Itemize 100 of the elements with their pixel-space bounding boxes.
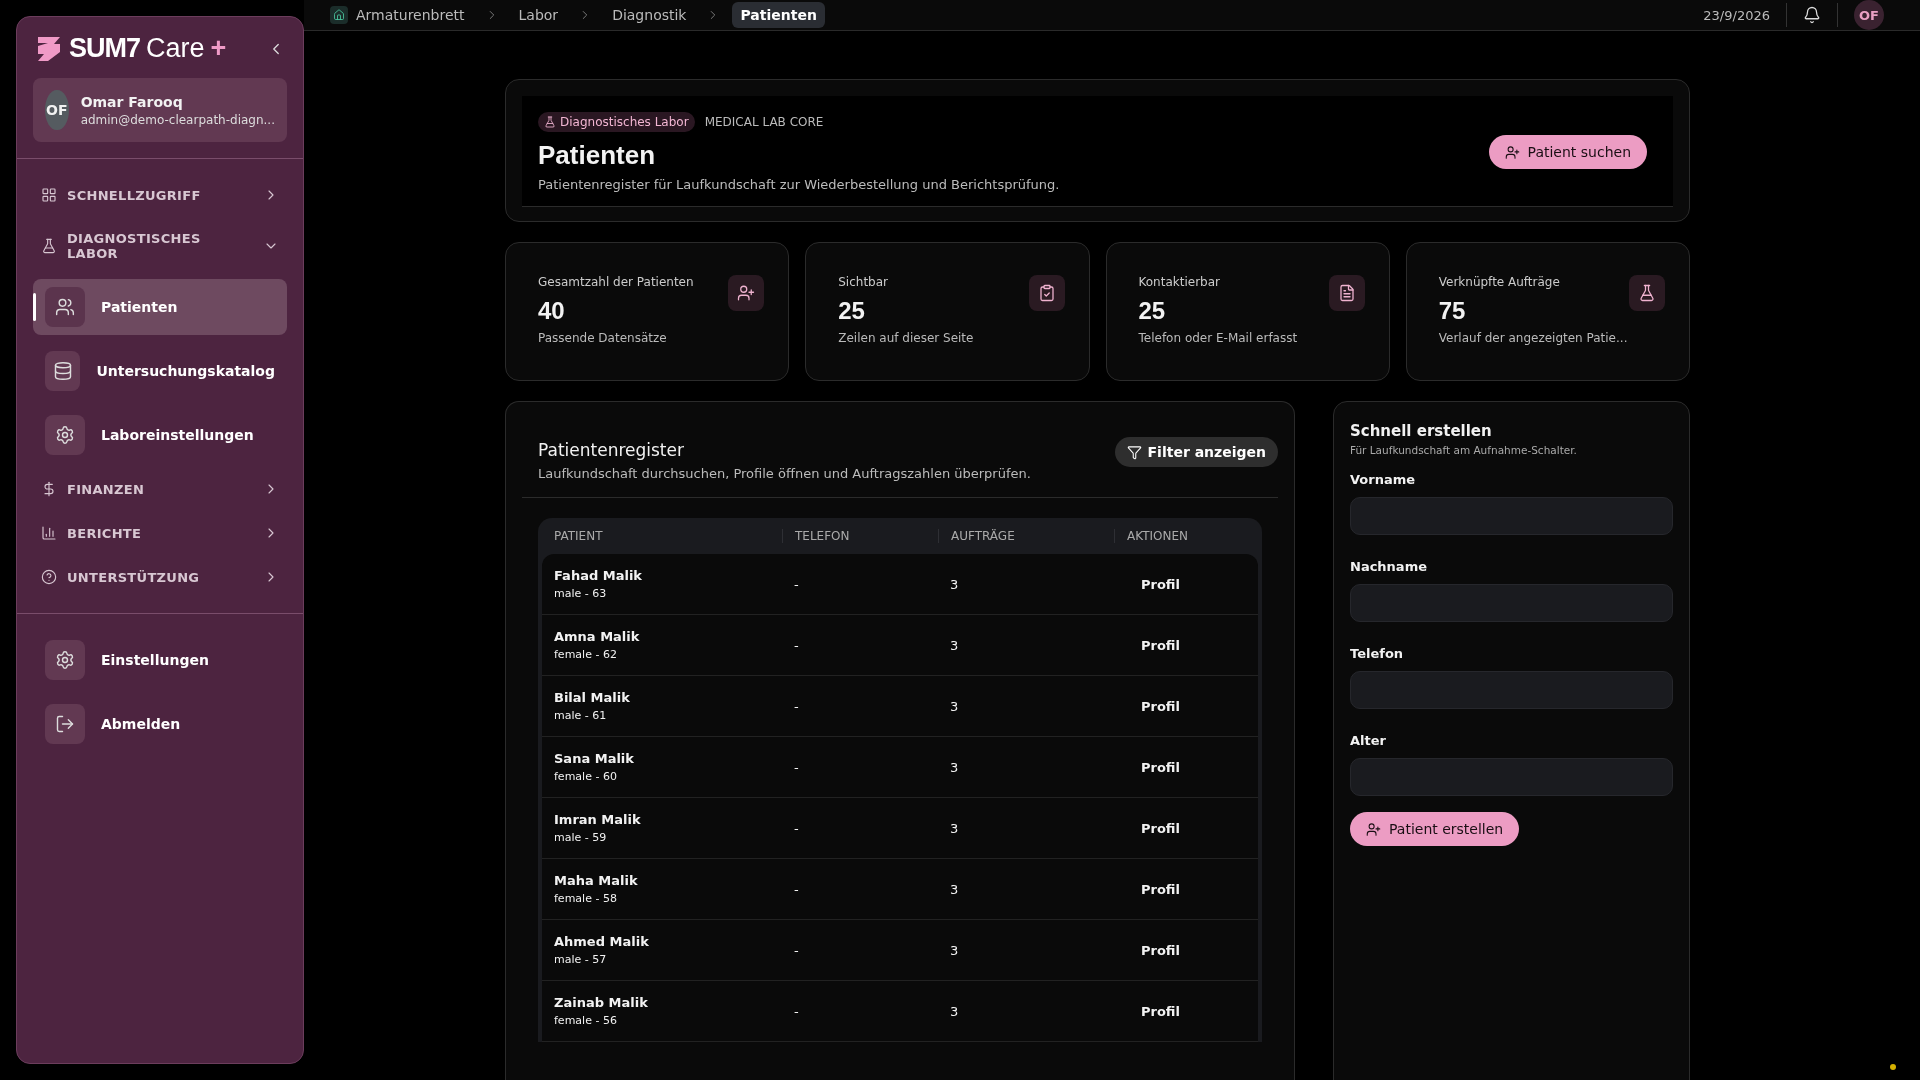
flask-icon [41,238,57,254]
user-plus-icon [737,284,756,302]
table-cell: - [794,820,799,836]
document-icon [1337,284,1356,302]
nav-item[interactable]: Abmelden [33,696,287,752]
column-header: AKTIONEN [1127,529,1188,543]
page-subtitle: Patientenregister für Laufkundschaft zur Wiederbestellung und Berichtsprüfung. [538,177,1060,192]
nav-item[interactable]: Untersuchungskatalog [33,343,287,399]
section-subtitle: Für Laufkundschaft am Aufnahme-Schalter. [1350,444,1578,456]
breadcrumb[interactable]: Patienten [732,2,825,28]
stat-value: 25 [838,297,866,325]
patient-name: Imran Malik [554,812,642,827]
input-field[interactable] [1350,584,1673,622]
table-cell: 3 [950,942,959,958]
section-title: Schnell erstellen [1350,422,1493,440]
table-cell: - [794,576,799,592]
patient-meta: male - 57 [554,953,608,966]
breadcrumb[interactable]: Diagnostik [604,2,695,28]
patient-name: Fahad Malik [554,568,644,583]
nav-item[interactable]: Einstellungen [33,632,287,688]
stat-note: Verlauf der angezeigten Patie... [1438,331,1628,345]
profile-link[interactable]: Profil [1141,576,1180,592]
table-cell: 3 [950,759,959,775]
page-title: Patienten [538,140,657,171]
table-cell: - [794,1003,799,1019]
profile-link[interactable]: Profil [1141,698,1180,714]
profile-link[interactable]: Profil [1141,942,1180,958]
profile-link[interactable]: Profil [1141,820,1180,836]
field-label: Nachname [1350,559,1428,574]
nav-section[interactable]: DIAGNOSTISCHES LABOR [33,217,287,275]
bar-chart-icon [41,525,57,541]
patient-name: Maha Malik [554,873,639,888]
date-label: 23/9/2026 [1703,7,1770,23]
nav-item[interactable]: Laboreinstellungen [33,407,287,463]
stat-value: 40 [538,297,566,325]
category-badge: Diagnostisches Labor [538,112,695,132]
filter-icon [1126,444,1142,460]
column-header: TELEFON [795,529,850,543]
stat-note: Passende Datensätze [538,331,668,345]
patient-name: Ahmed Malik [554,934,650,949]
profile-link[interactable]: Profil [1141,759,1180,775]
field-label: Alter [1350,733,1387,748]
table-cell: - [794,942,799,958]
stat-value: 25 [1138,297,1167,325]
table-cell: - [794,759,799,775]
notifications-button[interactable] [1803,6,1821,24]
column-header: AUFTRÄGE [951,529,1015,543]
clipboard-check-icon [1037,284,1056,302]
user-email: admin@demo-clearpath-diagn... [80,112,275,127]
table-cell: 3 [950,820,959,836]
search-patient-button[interactable]: Patient suchen [1488,135,1647,169]
bell-icon [1803,6,1821,24]
eyebrow-label: MEDICAL LAB CORE [704,115,824,129]
patient-meta: male - 61 [554,709,608,722]
table-cell: - [794,637,799,653]
nav-section[interactable]: SCHNELLZUGRIFF [33,173,287,217]
user-avatar[interactable]: OF [1854,0,1884,30]
patient-name: Bilal Malik [554,690,631,705]
patient-meta: male - 59 [554,831,608,844]
table-cell: 3 [950,1003,959,1019]
user-plus-icon [1366,821,1381,837]
table-cell: 3 [950,881,959,897]
profile-link[interactable]: Profil [1141,637,1180,653]
profile-link[interactable]: Profil [1141,881,1180,897]
patient-meta: male - 63 [554,587,608,600]
home-icon [333,9,345,21]
nav-section[interactable]: UNTERSTÜTZUNG [33,555,287,599]
patient-name: Amna Malik [554,629,641,644]
status-dot [1890,1064,1896,1070]
patient-name: Zainab Malik [554,995,649,1010]
breadcrumb[interactable]: Armaturenbrett [322,1,473,29]
input-field[interactable] [1350,497,1673,535]
stat-note: Telefon oder E-Mail erfasst [1138,331,1298,345]
stat-note: Zeilen auf dieser Seite [838,331,974,345]
input-field[interactable] [1350,671,1673,709]
table-cell: 3 [950,637,959,653]
table-cell: 3 [950,576,959,592]
gear-icon [55,650,75,670]
patient-meta: female - 60 [554,770,618,783]
nav-section[interactable]: BERICHTE [33,511,287,555]
table-cell: 3 [950,698,959,714]
create-patient-button[interactable]: Patient erstellen [1350,812,1520,846]
table-cell: - [794,698,799,714]
nav-section[interactable]: FINANZEN [33,467,287,511]
user-avatar: OF [45,90,69,130]
profile-link[interactable]: Profil [1141,1003,1180,1019]
patient-name: Sana Malik [554,751,635,766]
filter-button[interactable]: Filter anzeigen [1114,437,1278,467]
section-subtitle: Laufkundschaft durchsuchen, Profile öffnen und Auftragszahlen überprüfen. [538,466,1031,481]
brand-logo: SUM7 Care + [35,33,227,64]
column-header: PATIENT [554,529,603,543]
field-label: Telefon [1350,646,1405,661]
gear-icon [55,425,75,445]
input-field[interactable] [1350,758,1673,796]
user-name: Omar Farooq [80,93,184,110]
breadcrumb[interactable]: Labor [510,2,567,28]
nav-item[interactable]: Patienten [33,279,287,335]
grid-icon [41,187,57,203]
stat-label: Sichtbar [838,275,889,289]
patient-meta: female - 58 [554,892,618,905]
